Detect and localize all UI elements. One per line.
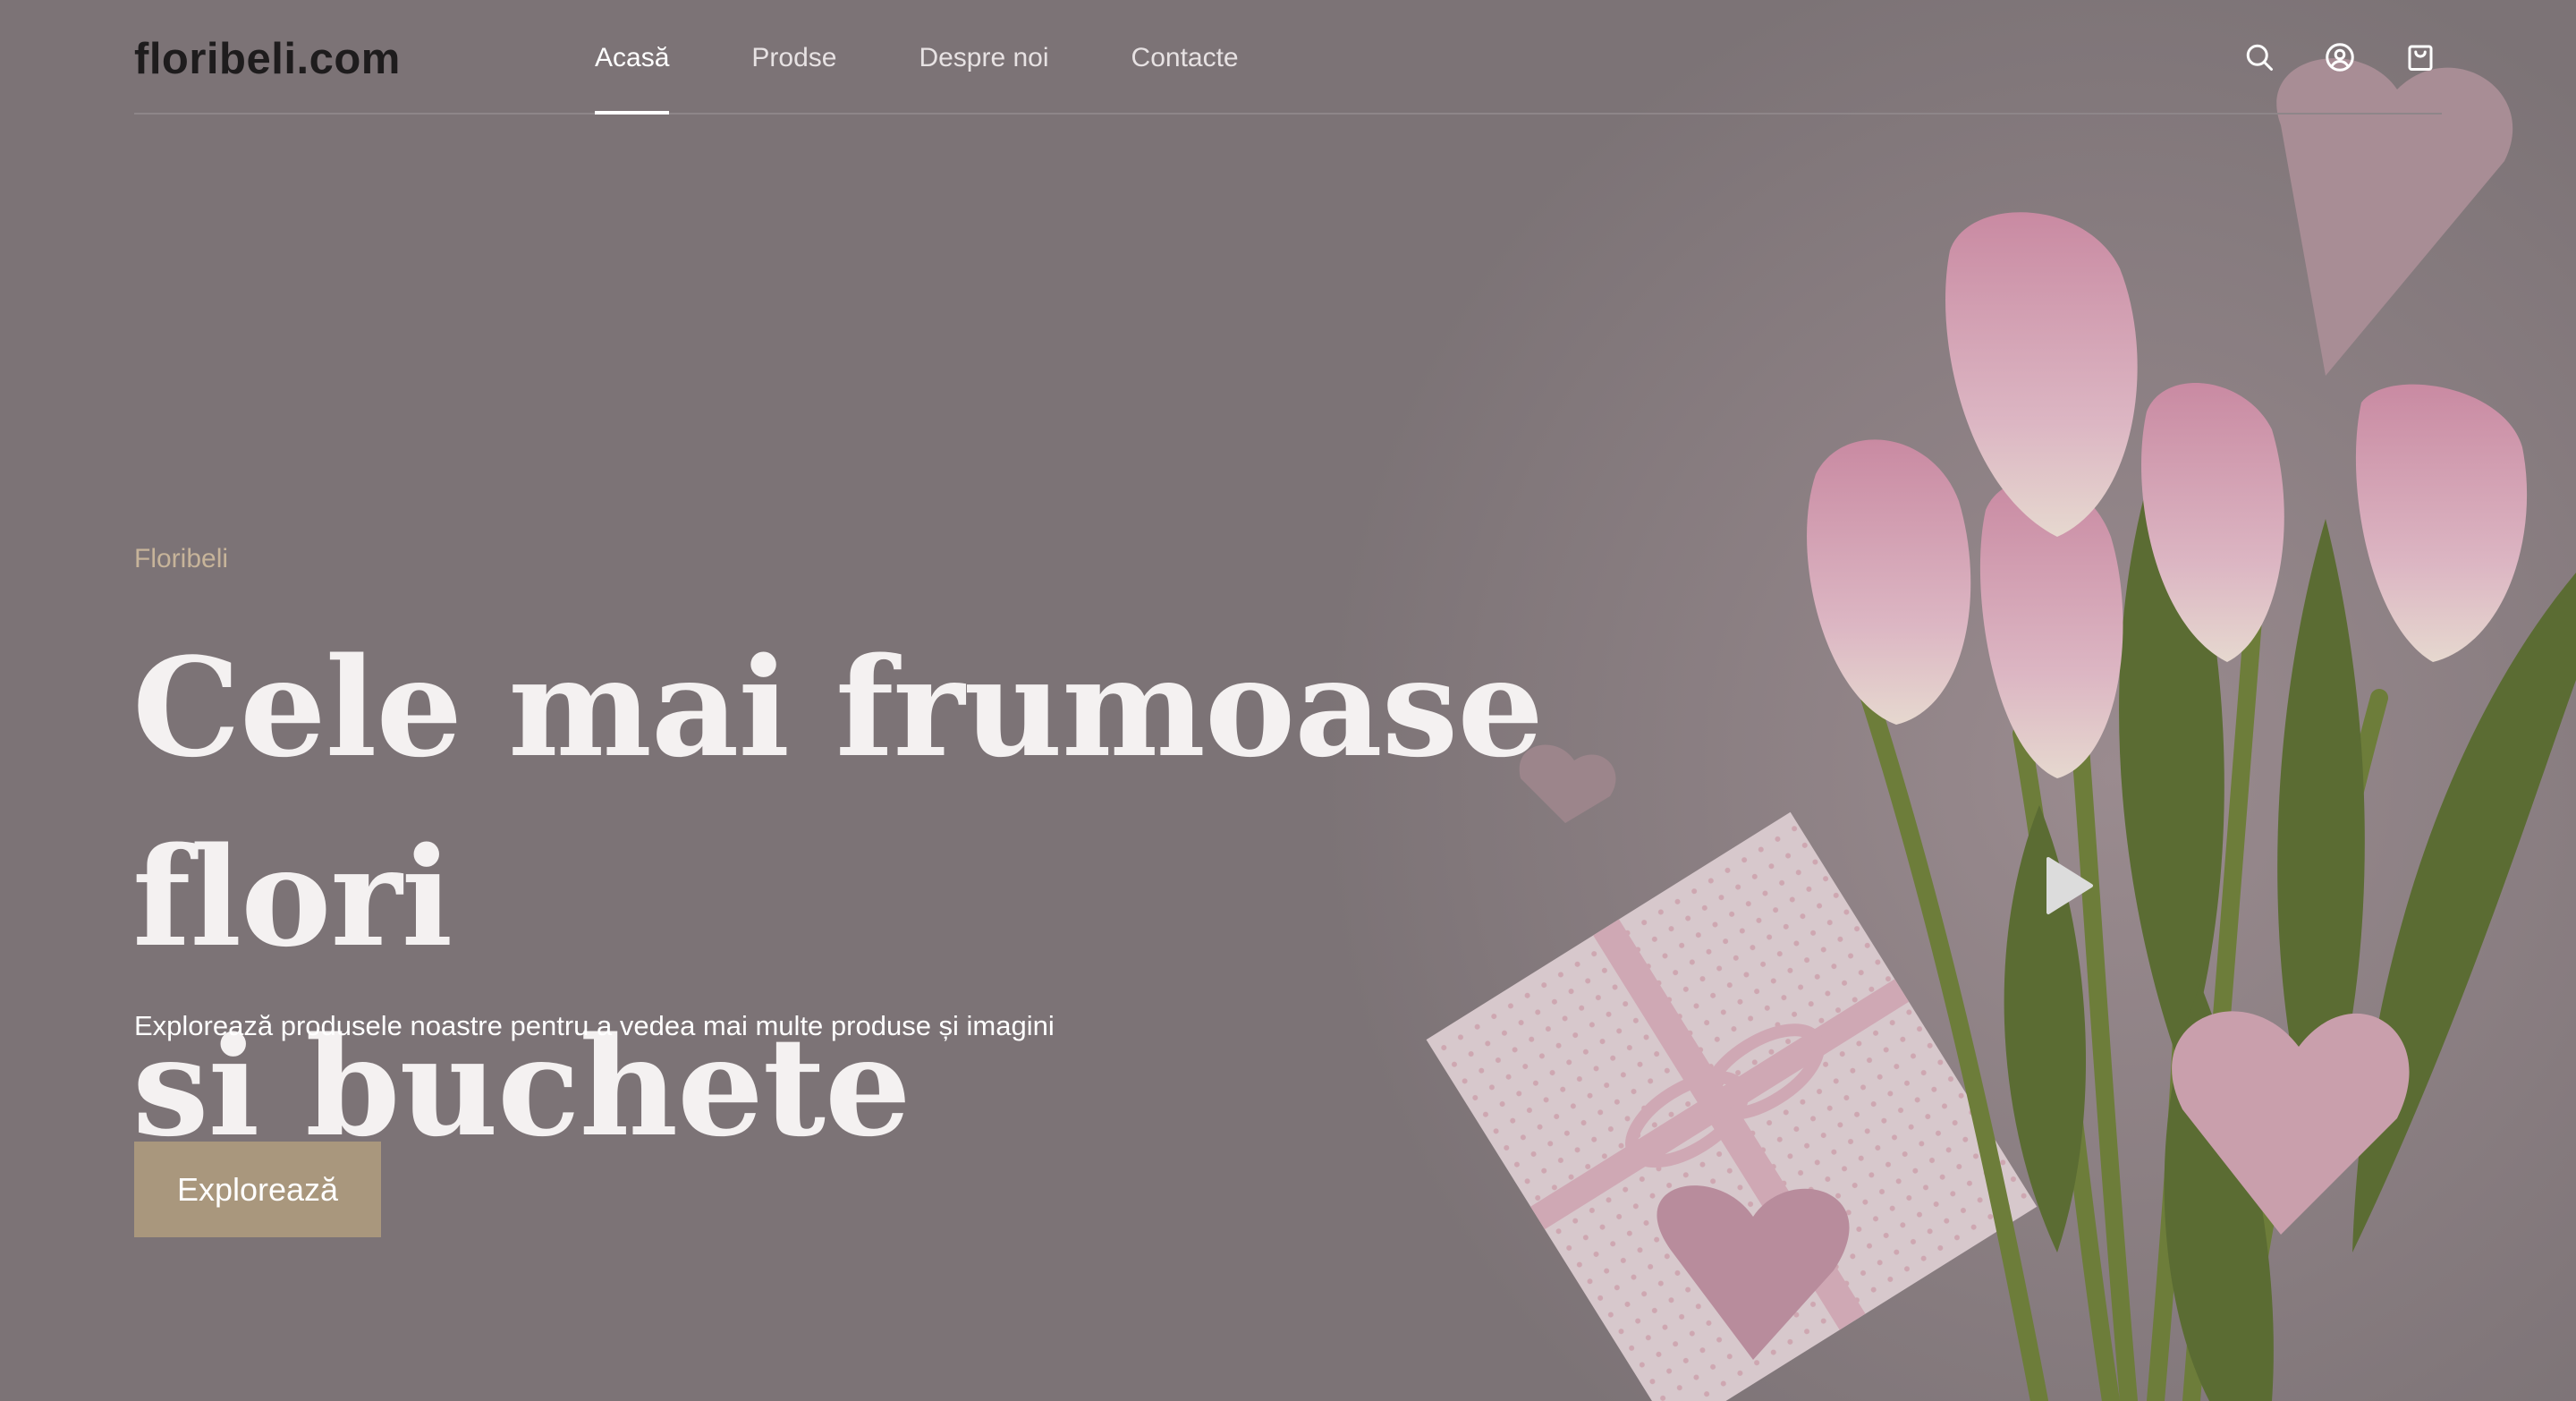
nav-item-acasa[interactable]: Acasă — [595, 0, 670, 115]
main-nav: Acasă Prodse Despre noi Contacte — [595, 0, 1321, 115]
nav-item-contacte[interactable]: Contacte — [1131, 0, 1239, 113]
account-icon[interactable] — [2318, 36, 2361, 79]
hero-eyebrow: Floribeli — [134, 544, 229, 573]
hero-headline-line1: Cele mai frumoase flori — [132, 627, 1544, 977]
cart-icon[interactable] — [2399, 36, 2442, 79]
header-actions — [2200, 36, 2442, 79]
search-icon[interactable] — [2238, 36, 2281, 79]
page: floribeli.com Acasă Prodse Despre noi Co… — [0, 0, 2576, 1401]
hero-headline: Cele mai frumoase flori și buchete — [132, 613, 1653, 1182]
hero-subtitle: Explorează produsele noastre pentru a ve… — [134, 1010, 1055, 1041]
explore-button[interactable]: Explorează — [134, 1142, 381, 1237]
site-header: floribeli.com Acasă Prodse Despre noi Co… — [134, 0, 2442, 115]
logo[interactable]: floribeli.com — [134, 34, 401, 84]
nav-item-prodse[interactable]: Prodse — [751, 0, 836, 113]
play-icon[interactable] — [2030, 850, 2102, 921]
nav-item-despre-noi[interactable]: Despre noi — [919, 0, 1048, 113]
